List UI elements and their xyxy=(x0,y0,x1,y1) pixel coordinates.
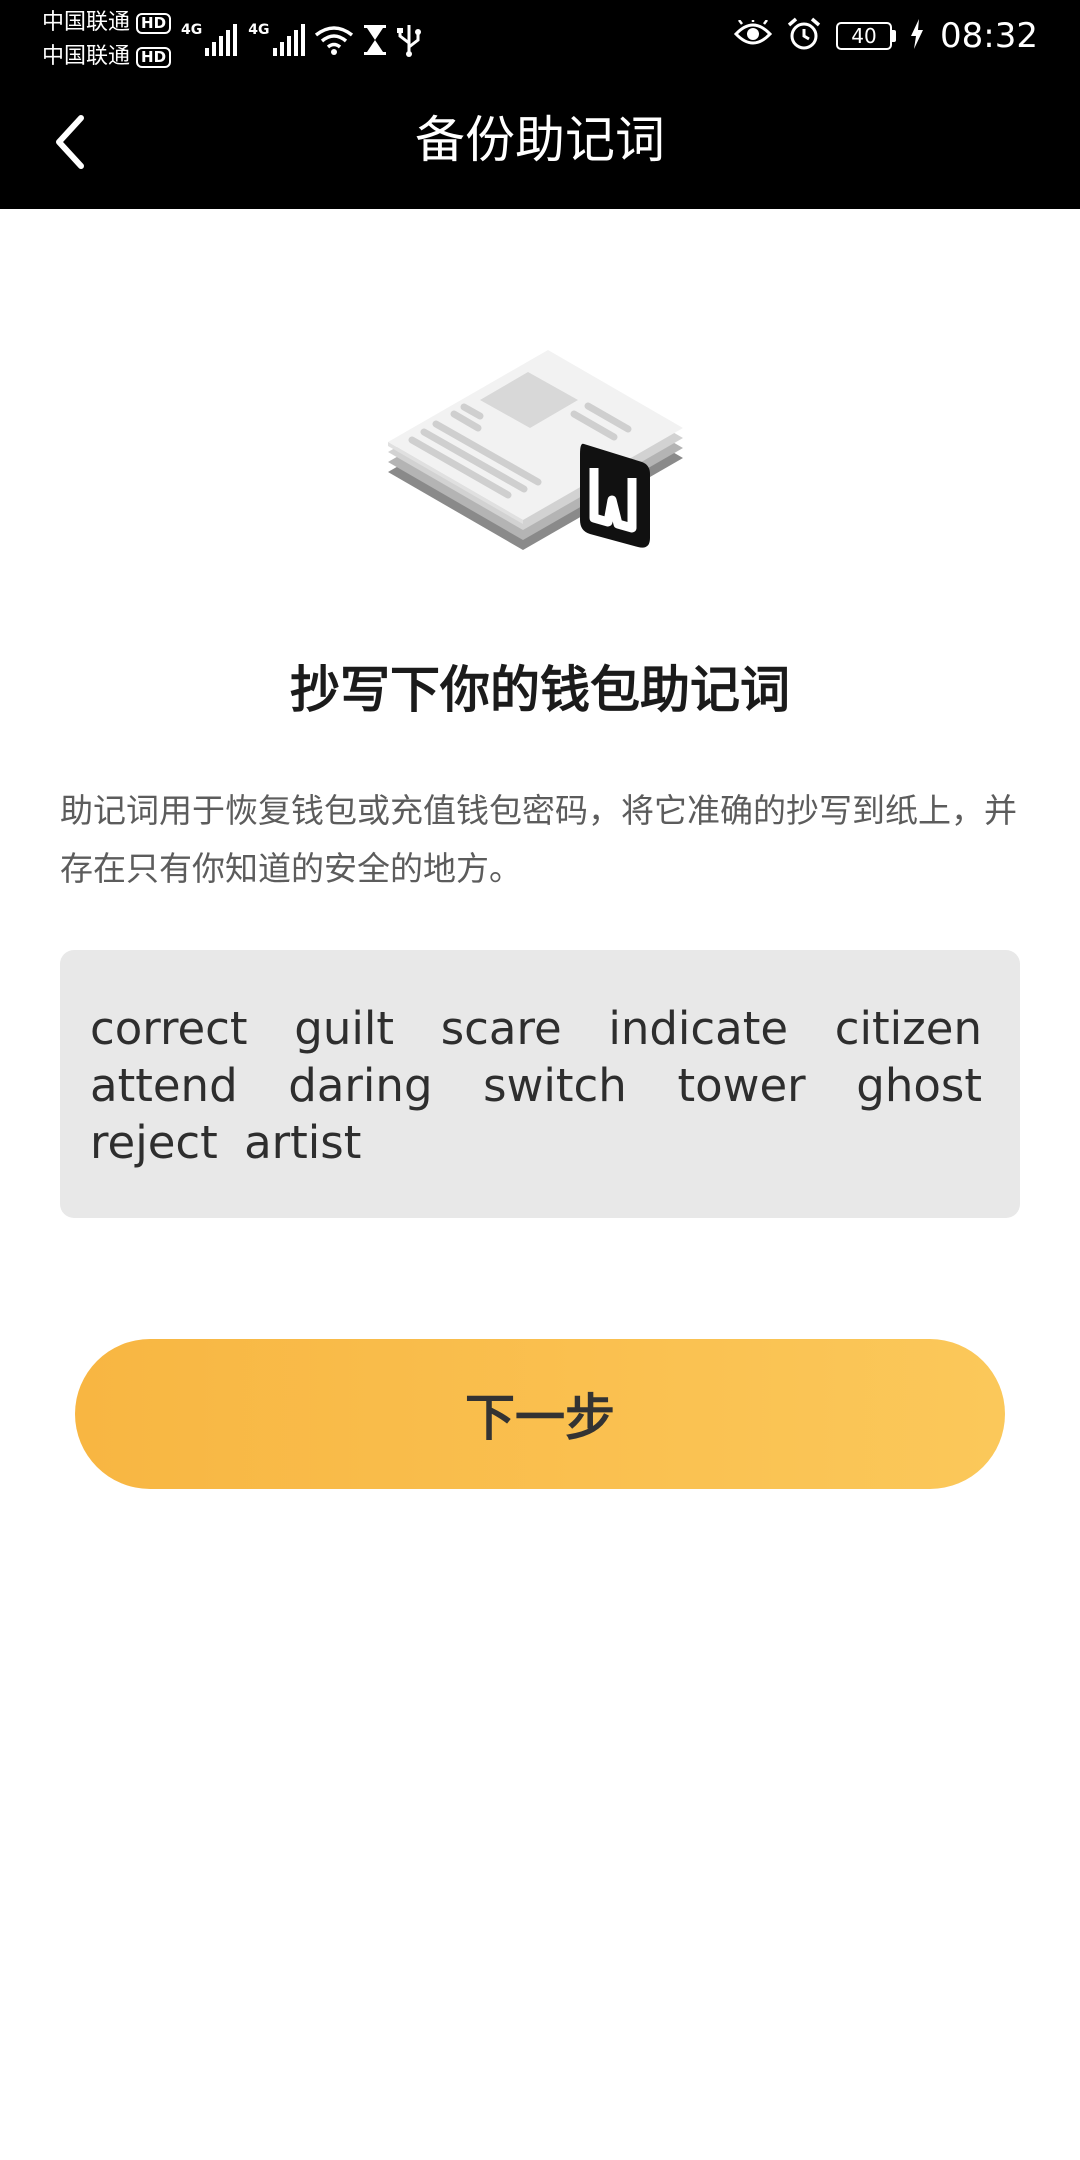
next-step-button[interactable]: 下一步 xyxy=(75,1339,1005,1489)
carrier-info: 中国联通 HD 中国联通 HD xyxy=(42,6,172,74)
mnemonic-box: correct guilt scare indicate citizen att… xyxy=(60,950,1020,1218)
clock-time: 08:32 xyxy=(940,16,1038,56)
carrier-1-label: 中国联通 xyxy=(42,10,131,35)
mnemonic-phrase: correct guilt scare indicate citizen att… xyxy=(90,1002,982,1169)
instruction-description: 助记词用于恢复钱包或充值钱包密码，将它准确的抄写到纸上，并存在只有你知道的安全的… xyxy=(60,791,1017,888)
battery-tip xyxy=(892,30,897,42)
status-left: 中国联通 HD 中国联通 HD 4G 4G xyxy=(42,6,422,74)
signal-2: 4G xyxy=(248,10,305,70)
eye-icon xyxy=(733,18,773,52)
wifi-icon xyxy=(314,25,354,55)
status-right: 40 08:32 xyxy=(733,0,1038,72)
carrier-2-label: 中国联通 xyxy=(42,44,131,69)
back-button[interactable] xyxy=(36,102,106,182)
hd-badge-2: HD xyxy=(136,46,172,68)
charging-icon xyxy=(910,19,924,53)
navigation-bar: 备份助记词 xyxy=(0,72,1080,209)
page-title: 备份助记词 xyxy=(415,111,665,169)
hd-badge-1: HD xyxy=(136,12,172,34)
chevron-left-icon xyxy=(56,115,84,169)
status-bar: 中国联通 HD 中国联通 HD 4G 4G 40 08:32 xyxy=(0,0,1080,72)
instruction-heading: 抄写下你的钱包助记词 xyxy=(290,661,790,719)
signal-bars-icon xyxy=(272,24,305,56)
signal-1: 4G xyxy=(181,10,238,70)
next-step-label: 下一步 xyxy=(465,1389,615,1447)
signal-bars-icon xyxy=(205,24,238,56)
network-type-1: 4G xyxy=(181,22,203,38)
usb-icon xyxy=(396,23,422,57)
document-stack-illustration xyxy=(388,350,688,570)
alarm-icon xyxy=(786,16,822,56)
battery-level: 40 xyxy=(836,22,893,50)
network-type-2: 4G xyxy=(248,22,270,38)
battery-indicator: 40 xyxy=(836,22,897,50)
hourglass-icon xyxy=(362,24,388,56)
